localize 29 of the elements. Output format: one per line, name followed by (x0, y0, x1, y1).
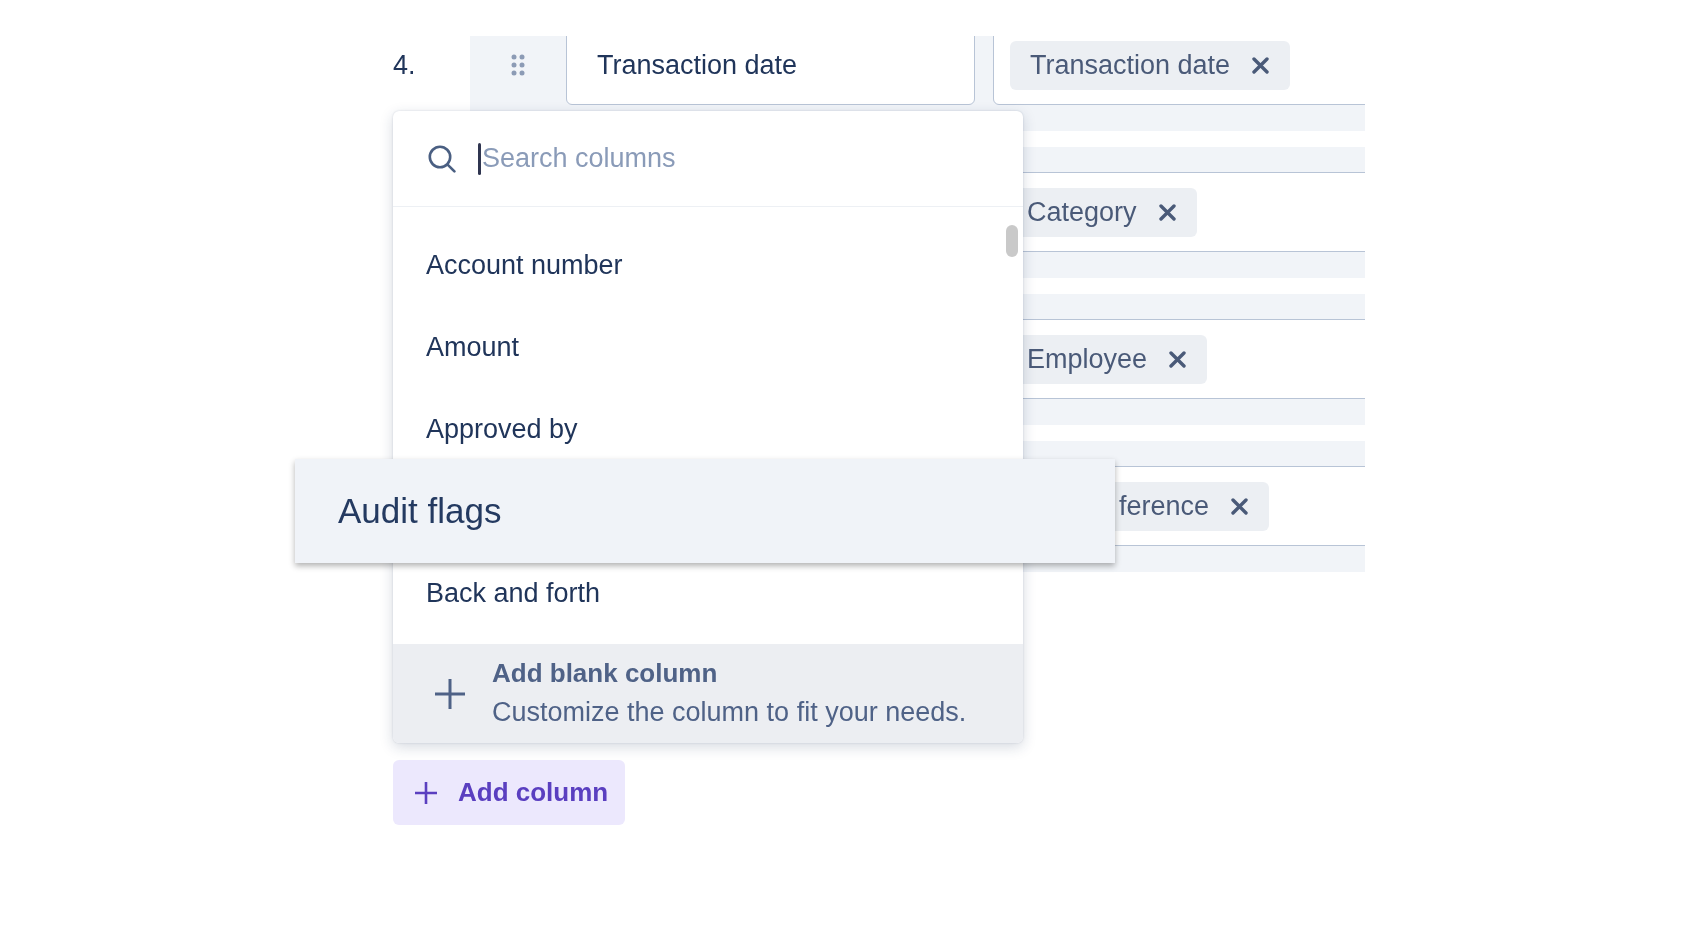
option-title: Add blank column (492, 656, 719, 690)
text-cursor-icon (478, 142, 481, 175)
add-column-button[interactable]: Add column (393, 760, 626, 825)
column-option[interactable]: Back and forth (393, 565, 1023, 621)
tag-label: ference (1119, 489, 1210, 523)
add-blank-column-option[interactable]: Add blank column Customize the column to fit your needs. (393, 644, 1023, 743)
dragged-column-option[interactable]: Audit flags (295, 459, 1115, 563)
tags-field[interactable]: Category (1023, 172, 1365, 252)
plus-icon (415, 781, 437, 804)
close-icon[interactable] (1158, 203, 1176, 221)
scrollbar-thumb[interactable] (1006, 225, 1018, 257)
drag-handle-icon[interactable] (511, 54, 525, 76)
tags-field[interactable]: Employee (1023, 319, 1365, 399)
column-option[interactable]: Approved by (393, 401, 1023, 457)
column-name-field[interactable]: Transaction date (566, 36, 975, 105)
option-description: Customize the column to fit your needs. (492, 696, 967, 730)
column-option[interactable]: Account number (393, 237, 1023, 293)
row-number: 4. (393, 49, 416, 82)
tag-label: Employee (1027, 342, 1148, 376)
search-field[interactable]: Search columns (482, 140, 902, 177)
search-icon (428, 144, 456, 173)
close-icon[interactable] (1252, 56, 1270, 74)
column-option[interactable]: Amount (393, 319, 1023, 375)
close-icon[interactable] (1231, 497, 1249, 515)
plus-icon (435, 678, 465, 709)
tag-label: Transaction date (1030, 48, 1231, 82)
close-icon[interactable] (1169, 350, 1187, 368)
tag-label: Category (1027, 195, 1137, 229)
tags-field[interactable]: Transaction date (993, 36, 1365, 105)
